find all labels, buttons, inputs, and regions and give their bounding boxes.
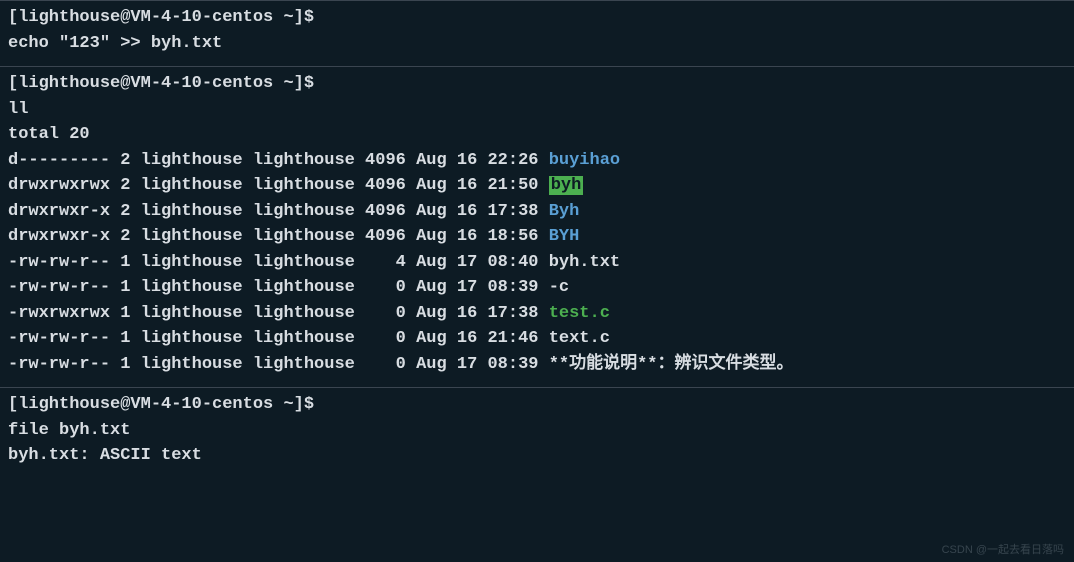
ls-row: drwxrwxrwx 2 lighthouse lighthouse 4096 …: [8, 173, 1066, 199]
command-line: echo "123" >> byh.txt: [8, 31, 1066, 57]
command-line: file byh.txt: [8, 418, 1066, 444]
command-line: ll: [8, 97, 1066, 123]
ls-row-filename: -c: [549, 278, 569, 297]
watermark: CSDN @一起去看日落吗: [942, 542, 1064, 559]
ls-row-meta: -rw-rw-r-- 1 lighthouse lighthouse 0 Aug…: [8, 329, 549, 348]
ls-row-filename: **功能说明**：辨识文件类型。: [549, 355, 794, 374]
ls-row: d--------- 2 lighthouse lighthouse 4096 …: [8, 148, 1066, 174]
ls-row: -rwxrwxrwx 1 lighthouse lighthouse 0 Aug…: [8, 301, 1066, 327]
ls-row: -rw-rw-r-- 1 lighthouse lighthouse 0 Aug…: [8, 352, 1066, 378]
ls-listing: d--------- 2 lighthouse lighthouse 4096 …: [8, 148, 1066, 378]
ls-row-filename: text.c: [549, 329, 610, 348]
ls-row-filename: buyihao: [549, 151, 620, 170]
ls-row-meta: d--------- 2 lighthouse lighthouse 4096 …: [8, 151, 549, 170]
ls-row-meta: -rw-rw-r-- 1 lighthouse lighthouse 0 Aug…: [8, 355, 549, 374]
ls-row-filename: test.c: [549, 304, 610, 323]
terminal-block-3: [lighthouse@VM-4-10-centos ~]$ file byh.…: [0, 387, 1074, 479]
ls-row-meta: -rw-rw-r-- 1 lighthouse lighthouse 4 Aug…: [8, 253, 549, 272]
ls-row-filename: byh.txt: [549, 253, 620, 272]
ls-row: -rw-rw-r-- 1 lighthouse lighthouse 0 Aug…: [8, 326, 1066, 352]
shell-prompt: [lighthouse@VM-4-10-centos ~]$: [8, 392, 1066, 418]
ls-row: drwxrwxr-x 2 lighthouse lighthouse 4096 …: [8, 199, 1066, 225]
ls-row-filename: BYH: [549, 227, 580, 246]
shell-prompt: [lighthouse@VM-4-10-centos ~]$: [8, 71, 1066, 97]
terminal-block-2: [lighthouse@VM-4-10-centos ~]$ ll total …: [0, 66, 1074, 387]
ls-row-meta: drwxrwxr-x 2 lighthouse lighthouse 4096 …: [8, 202, 549, 221]
terminal-block-1: [lighthouse@VM-4-10-centos ~]$ echo "123…: [0, 0, 1074, 66]
ls-row-filename: Byh: [549, 202, 580, 221]
ls-row: -rw-rw-r-- 1 lighthouse lighthouse 4 Aug…: [8, 250, 1066, 276]
ls-row-meta: drwxrwxrwx 2 lighthouse lighthouse 4096 …: [8, 176, 549, 195]
output-line: byh.txt: ASCII text: [8, 443, 1066, 469]
ls-row: -rw-rw-r-- 1 lighthouse lighthouse 0 Aug…: [8, 275, 1066, 301]
ls-row-meta: drwxrwxr-x 2 lighthouse lighthouse 4096 …: [8, 227, 549, 246]
ls-row-meta: -rwxrwxrwx 1 lighthouse lighthouse 0 Aug…: [8, 304, 549, 323]
ls-row-meta: -rw-rw-r-- 1 lighthouse lighthouse 0 Aug…: [8, 278, 549, 297]
total-line: total 20: [8, 122, 1066, 148]
shell-prompt: [lighthouse@VM-4-10-centos ~]$: [8, 5, 1066, 31]
ls-row: drwxrwxr-x 2 lighthouse lighthouse 4096 …: [8, 224, 1066, 250]
ls-row-filename: byh: [549, 176, 584, 195]
